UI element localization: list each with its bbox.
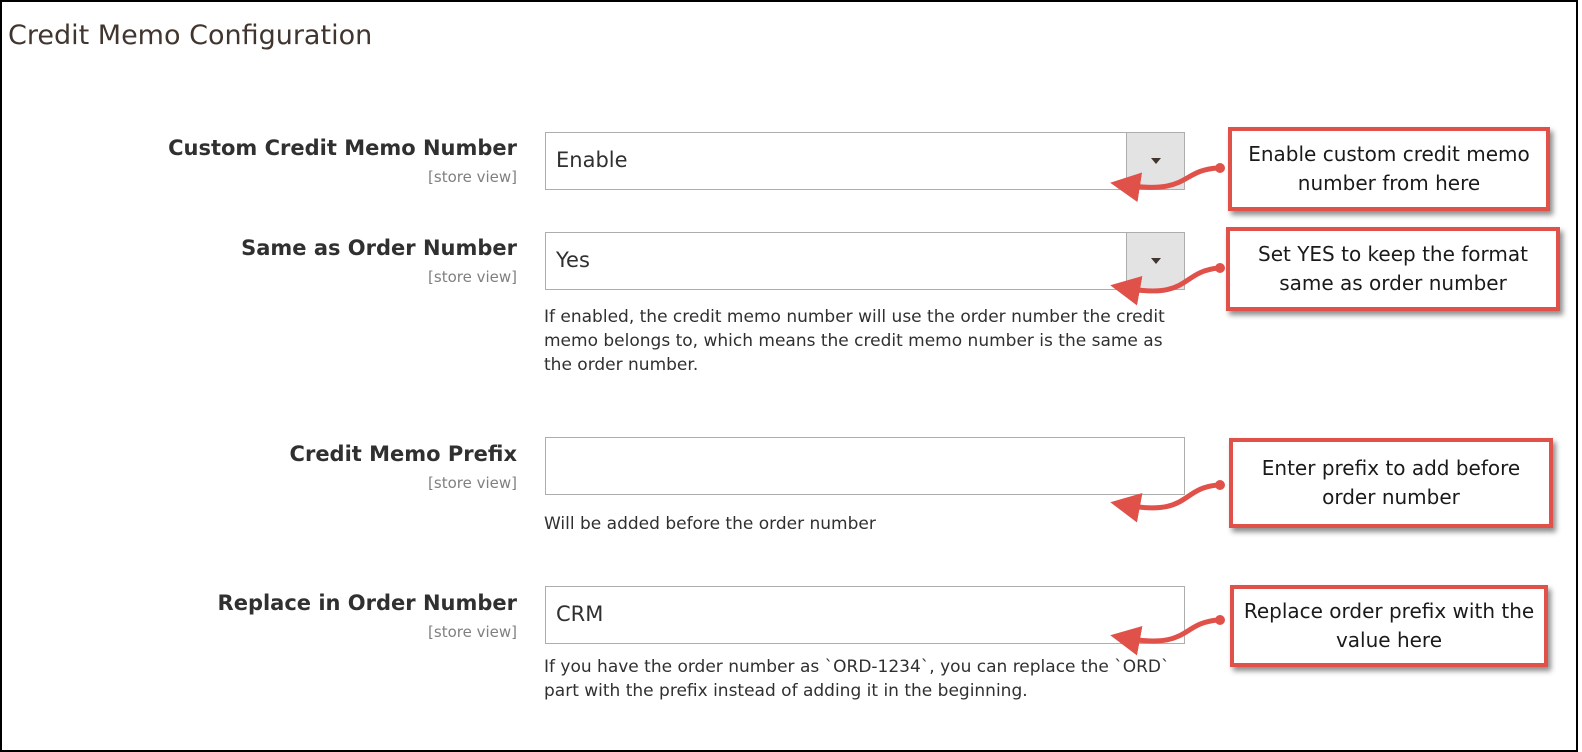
arrow-origin-dot <box>1215 263 1225 273</box>
curved-arrow-icon <box>1110 265 1221 306</box>
arrow-origin-dot <box>1215 615 1225 625</box>
annotation-arrows <box>1110 163 1225 656</box>
arrow-origin-dot <box>1215 480 1225 490</box>
curved-arrow-icon <box>1110 617 1221 656</box>
arrow-origin-dot <box>1215 163 1225 173</box>
curved-arrow-icon <box>1110 165 1221 203</box>
curved-arrow-icon <box>1110 482 1221 523</box>
